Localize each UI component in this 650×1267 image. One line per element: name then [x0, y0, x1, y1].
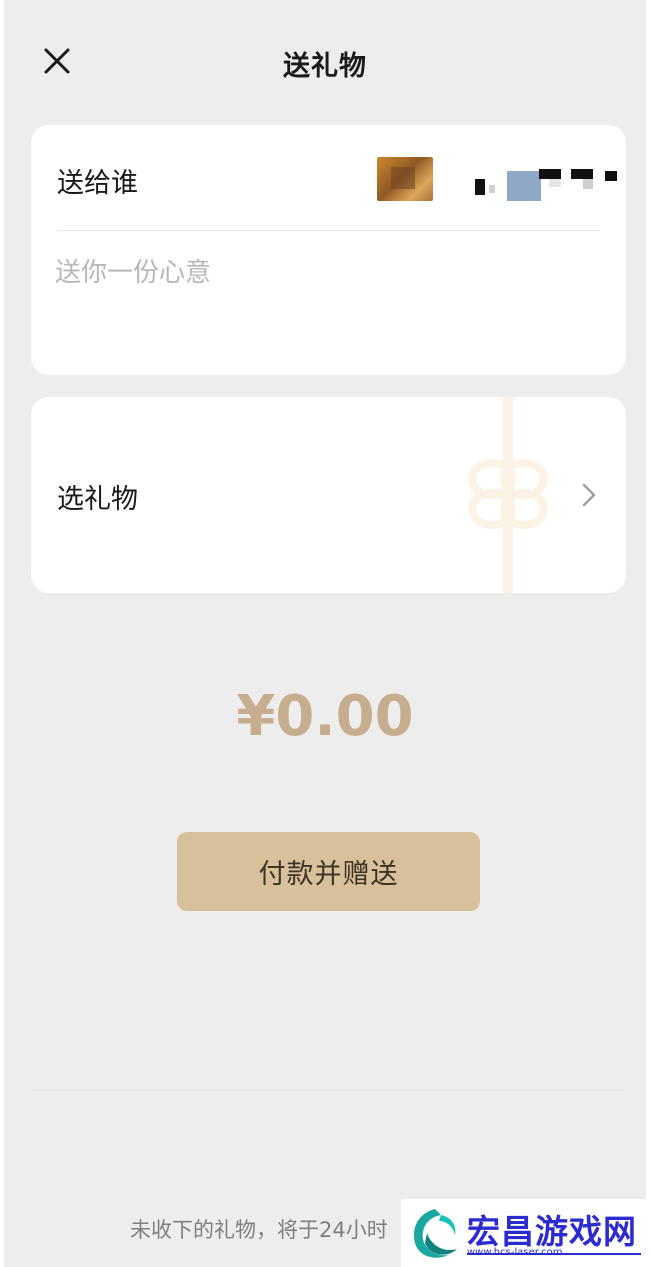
watermark-text: 宏昌游戏网	[467, 1212, 637, 1251]
recipient-label: 送给谁	[57, 168, 138, 199]
watermark-url: www.hcs-laser.com	[467, 1247, 563, 1258]
amount-display: ¥0.00	[236, 684, 414, 749]
gift-bow-icon	[468, 459, 548, 529]
dragon-logo-icon	[413, 1209, 457, 1258]
pay-and-send-button[interactable]: 付款并赠送	[177, 832, 480, 911]
select-gift-card[interactable]: 选礼物	[31, 397, 626, 593]
recipient-avatar[interactable]	[377, 157, 433, 201]
select-gift-label: 选礼物	[57, 484, 138, 515]
divider	[57, 230, 600, 231]
chevron-right-icon	[582, 483, 596, 507]
page-title: 送礼物	[283, 51, 367, 82]
recipient-row[interactable]: 送给谁	[31, 125, 626, 231]
right-edge	[646, 0, 650, 1267]
footnote-text: 未收下的礼物，将于24小时	[130, 1218, 388, 1242]
divider	[31, 1090, 626, 1091]
message-input[interactable]	[55, 253, 600, 293]
recipient-card: 送给谁	[31, 125, 626, 375]
recipient-name	[441, 165, 617, 201]
watermark: 宏昌游戏网 www.hcs-laser.com	[401, 1199, 650, 1267]
left-edge	[0, 0, 4, 1267]
